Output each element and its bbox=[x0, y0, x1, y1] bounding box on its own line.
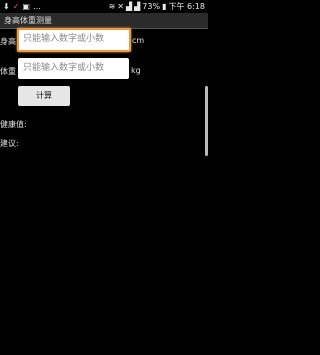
scrollbar[interactable] bbox=[205, 86, 208, 156]
status-bar-notifications: ⬇ ✓ ▣ … bbox=[3, 0, 41, 13]
clock: 下午 6:18 bbox=[168, 2, 205, 11]
app-title: 身高体重测量 bbox=[4, 16, 52, 25]
weight-unit: kg bbox=[131, 66, 141, 75]
weight-label: 体重 bbox=[0, 67, 16, 76]
more-icon: … bbox=[32, 2, 41, 11]
download-icon: ⬇ bbox=[3, 2, 10, 11]
height-input[interactable]: 只能输入数字或小数 bbox=[17, 28, 131, 52]
status-bar: ⬇ ✓ ▣ … ≋ ✕ ▟ ▟ 73% ▮ 下午 6:18 bbox=[0, 0, 208, 13]
image-icon: ▣ bbox=[22, 2, 30, 11]
advice-label: 建议: bbox=[0, 139, 19, 148]
signal-icon: ▟ bbox=[125, 2, 133, 11]
battery-icon: ▮ bbox=[162, 2, 167, 11]
mute-icon: ✕ bbox=[117, 2, 124, 11]
app-title-bar: 身高体重测量 bbox=[0, 13, 208, 29]
check-icon: ✓ bbox=[12, 2, 20, 11]
wifi-icon: ≋ bbox=[108, 2, 116, 11]
health-value-label: 健康值: bbox=[0, 120, 27, 129]
signal-icon: ▟ bbox=[134, 2, 141, 11]
battery-percent: 73% bbox=[142, 2, 161, 11]
status-bar-system: ≋ ✕ ▟ ▟ 73% ▮ 下午 6:18 bbox=[109, 0, 205, 13]
height-label: 身高 bbox=[0, 37, 16, 46]
height-unit: cm bbox=[132, 36, 145, 45]
calculate-button[interactable]: 计算 bbox=[18, 86, 70, 106]
weight-input[interactable]: 只能输入数字或小数 bbox=[18, 58, 129, 79]
